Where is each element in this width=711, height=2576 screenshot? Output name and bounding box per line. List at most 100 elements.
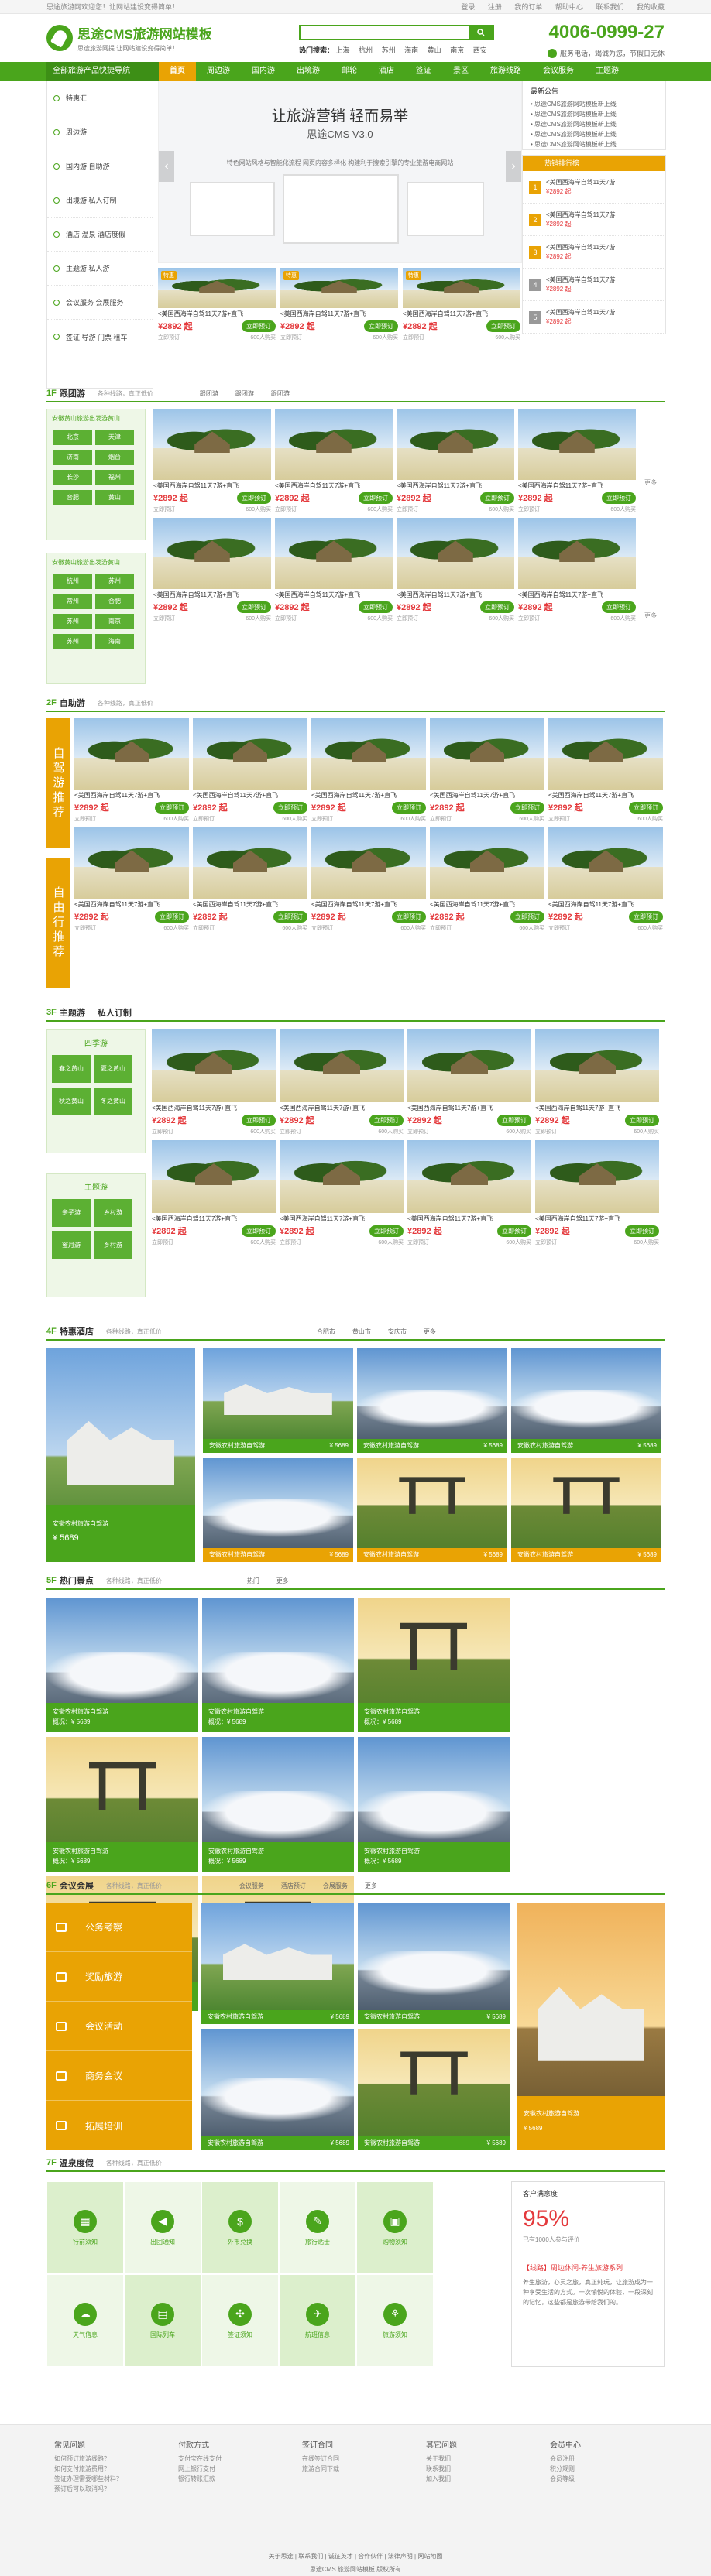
product-image[interactable] <box>548 718 663 790</box>
product-image[interactable]: 特惠 <box>403 268 520 308</box>
footer-link[interactable]: 在线签订合同 <box>302 2454 339 2464</box>
book-button[interactable]: 立即预订 <box>155 910 189 923</box>
scenic-card[interactable]: 安徽农村旅游自驾游 ¥ 5689 <box>357 1348 507 1453</box>
footer-link[interactable]: 支付宝在线支付 <box>178 2454 222 2464</box>
scenic-card[interactable]: 安徽农村旅游自驾游概况：¥ 5689 <box>46 1598 198 1732</box>
hot-city[interactable]: 海南 <box>404 46 418 54</box>
nav-meetings[interactable]: 会议服务 <box>532 62 585 80</box>
product-card[interactable]: 特惠 <美国西海岸自驾11天7游+直飞 ¥2892 起立即预订 立即预订 600人购买 <box>280 268 398 341</box>
conference-item[interactable]: 会议活动 <box>46 2002 192 2051</box>
product-title[interactable]: <美国西海岸自驾11天7游+直飞 <box>275 480 393 492</box>
footer-link[interactable]: 联系我们 <box>426 2464 457 2474</box>
floor-tab[interactable]: 更多 <box>424 1327 436 1336</box>
scenic-card[interactable]: 安徽农村旅游自驾游 ¥ 5689 <box>511 1458 661 1562</box>
product-title[interactable]: <美国西海岸自驾11天7游+直飞 <box>152 1102 276 1114</box>
floor-tab[interactable]: 黄山市 <box>352 1327 371 1336</box>
banner-prev-arrow[interactable]: ‹ <box>159 151 174 182</box>
scenic-card[interactable]: 安徽农村旅游自驾游概况：¥ 5689 <box>46 1737 198 1872</box>
book-button[interactable]: 立即预订 <box>364 320 398 332</box>
conference-item[interactable]: 商务会议 <box>46 2051 192 2101</box>
product-image[interactable] <box>430 827 544 899</box>
book-button[interactable]: 立即预订 <box>392 910 426 923</box>
product-image[interactable] <box>518 518 636 589</box>
book-button[interactable]: 立即预订 <box>510 801 544 814</box>
sidebar-item[interactable]: 会议服务 会展服务 <box>47 286 153 320</box>
login-link[interactable]: 登录 <box>461 3 475 11</box>
hot-item[interactable]: 4 <美国西海岸自驾11天7游 ¥2892 起 <box>523 269 665 301</box>
product-card[interactable]: <美国西海岸自驾11天7游+直飞 ¥2892 起立即预订 立即预订 600人购买 <box>430 827 544 932</box>
product-image[interactable] <box>407 1140 531 1213</box>
product-title[interactable]: <美国西海岸自驾11天7游+直飞 <box>535 1102 659 1114</box>
hot-city[interactable]: 杭州 <box>359 46 373 54</box>
product-title[interactable]: <美国西海岸自驾11天7游+直飞 <box>548 790 663 801</box>
book-button[interactable]: 立即预订 <box>602 492 636 504</box>
book-button[interactable]: 立即预订 <box>625 1225 659 1237</box>
city-chip[interactable]: 海南 <box>95 634 134 649</box>
product-card[interactable]: <美国西海岸自驾11天7游+直飞 ¥2892 起立即预订 立即预订 600人购买 <box>311 718 426 823</box>
footer-link[interactable]: 旅游合同下载 <box>302 2464 339 2474</box>
product-card[interactable]: <美国西海岸自驾11天7游+直飞 ¥2892 起立即预订 立即预订 600人购买 <box>280 1140 404 1246</box>
product-card[interactable]: <美国西海岸自驾11天7游+直飞 ¥2892 起立即预订 立即预订 600人购买 <box>275 409 393 513</box>
scenic-card[interactable]: 安徽农村旅游自驾游 ¥ 5689 <box>358 1903 510 2024</box>
product-image[interactable] <box>152 1029 276 1102</box>
floor-tab[interactable]: 会议服务 <box>239 1882 264 1890</box>
hot-city[interactable]: 西安 <box>473 46 487 54</box>
product-image[interactable] <box>548 827 663 899</box>
product-title[interactable]: <美国西海岸自驾11天7游+直飞 <box>397 480 514 492</box>
theme-chip[interactable]: 乡村游 <box>94 1199 132 1227</box>
book-button[interactable]: 立即预订 <box>155 801 189 814</box>
help-link[interactable]: 帮助中心 <box>555 3 583 11</box>
product-card[interactable]: <美国西海岸自驾11天7游+直飞 ¥2892 起立即预订 立即预订 600人购买 <box>548 827 663 932</box>
theme-chip[interactable]: 乡村游 <box>94 1231 132 1259</box>
nav-outbound[interactable]: 出境游 <box>286 62 331 80</box>
product-title[interactable]: <美国西海岸自驾11天7游+直飞 <box>518 589 636 601</box>
book-button[interactable]: 立即预订 <box>242 1225 276 1237</box>
footer-bottom-link[interactable]: 法律声明 <box>388 2553 413 2560</box>
scenic-card[interactable]: 安徽农村旅游自驾游概况：¥ 5689 <box>202 1737 354 1872</box>
hot-city[interactable]: 黄山 <box>428 46 441 54</box>
product-card[interactable]: <美国西海岸自驾11天7游+直飞 ¥2892 起立即预订 立即预订 600人购买 <box>193 718 307 823</box>
product-card[interactable]: <美国西海岸自驾11天7游+直飞 ¥2892 起立即预订 立即预订 600人购买 <box>397 409 514 513</box>
book-button[interactable]: 立即预订 <box>625 1114 659 1126</box>
banner-next-arrow[interactable]: › <box>506 151 521 182</box>
nav-cruise[interactable]: 邮轮 <box>331 62 368 80</box>
product-image[interactable] <box>193 827 307 899</box>
product-title[interactable]: <美国西海岸自驾11天7游+直飞 <box>280 1102 404 1114</box>
sidebar-item[interactable]: 签证 导游 门票 租车 <box>47 320 153 354</box>
theme-chip[interactable]: 春之黄山 <box>52 1055 91 1083</box>
more-link[interactable]: 更多 <box>644 611 657 620</box>
book-button[interactable]: 立即预订 <box>369 1225 404 1237</box>
contact-link[interactable]: 联系我们 <box>596 3 623 11</box>
hotel-feature-image[interactable]: 安徽农村旅游自驾游 ¥ 5689 <box>46 1348 195 1562</box>
product-image[interactable] <box>535 1140 659 1213</box>
product-card[interactable]: 特惠 <美国西海岸自驾11天7游+直飞 ¥2892 起立即预订 立即预订 600人购买 <box>403 268 520 341</box>
footer-link[interactable]: 会员等级 <box>550 2474 581 2484</box>
book-button[interactable]: 立即预订 <box>486 320 520 332</box>
product-title[interactable]: <美国西海岸自驾11天7游+直飞 <box>153 480 271 492</box>
theme-chip[interactable]: 夏之黄山 <box>94 1055 132 1083</box>
floor-tab[interactable]: 更多 <box>365 1882 377 1890</box>
service-tile[interactable]: ✈ 航班信息 <box>279 2274 356 2367</box>
product-title[interactable]: <美国西海岸自驾11天7游+直飞 <box>430 790 544 801</box>
product-card[interactable]: <美国西海岸自驾11天7游+直飞 ¥2892 起立即预订 立即预订 600人购买 <box>152 1029 276 1136</box>
product-title[interactable]: <美国西海岸自驾11天7游+直飞 <box>158 308 276 320</box>
footer-link[interactable]: 积分规则 <box>550 2464 581 2474</box>
nav-scenic[interactable]: 景区 <box>442 62 479 80</box>
book-button[interactable]: 立即预订 <box>629 910 663 923</box>
nav-hotel[interactable]: 酒店 <box>368 62 405 80</box>
scenic-card[interactable]: 安徽农村旅游自驾游 ¥ 5689 <box>358 2029 510 2150</box>
scenic-card[interactable]: 安徽农村旅游自驾游概况：¥ 5689 <box>358 1737 510 1872</box>
city-chip[interactable]: 合肥 <box>53 490 92 505</box>
book-button[interactable]: 立即预订 <box>237 492 271 504</box>
notice-line[interactable]: • 思途CMS旅游网站模板新上线 <box>531 99 658 109</box>
theme-chip[interactable]: 蜜月游 <box>52 1231 91 1259</box>
footer-link[interactable]: 网上银行支付 <box>178 2464 222 2474</box>
footer-link[interactable]: 如何预订旅游线路？ <box>54 2454 122 2464</box>
notice-line[interactable]: • 思途CMS旅游网站模板新上线 <box>531 109 658 119</box>
conference-item[interactable]: 公务考察 <box>46 1903 192 1952</box>
promo-title[interactable]: 【线路】周边休闲-养生旅游系列 <box>523 2263 653 2273</box>
nav-nearby[interactable]: 周边游 <box>196 62 241 80</box>
theme-chip[interactable]: 秋之黄山 <box>52 1088 91 1115</box>
floor-tab[interactable]: 会展服务 <box>323 1882 348 1890</box>
nav-domestic[interactable]: 国内游 <box>241 62 286 80</box>
